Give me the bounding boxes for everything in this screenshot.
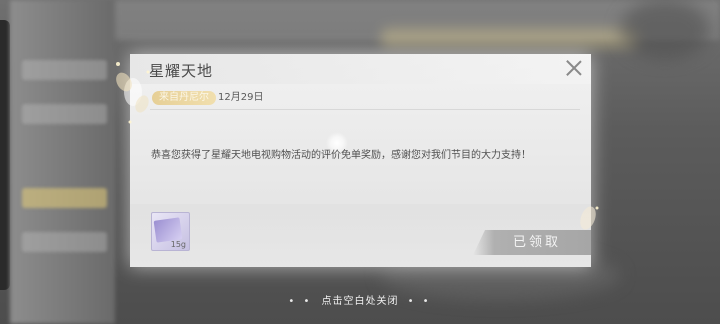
hint-dots: • • (407, 296, 432, 307)
side-menu-item (22, 232, 107, 252)
dialog-title: 星耀天地 (149, 62, 214, 80)
close-icon[interactable] (566, 60, 582, 76)
hint-dots: • • (288, 296, 313, 307)
screen-edge (0, 20, 10, 290)
side-menu-item (22, 104, 107, 124)
petal-decoration-icon (580, 206, 599, 230)
mail-dialog: 星耀天地 来自丹尼尔 12月29日 恭喜您获得了星耀天地电视购物活动的评价免单奖… (130, 54, 591, 267)
side-panel (10, 0, 115, 324)
flower-decoration-icon (116, 62, 150, 124)
highlight-glow (380, 28, 640, 48)
sender-badge: 来自丹尼尔 (152, 91, 216, 105)
reward-count: 15g (170, 240, 186, 249)
reward-item[interactable]: 15g (151, 212, 190, 251)
divider (150, 109, 580, 110)
background-shape (620, 0, 710, 60)
tap-to-close-hint: 点击空白处关闭 (321, 296, 399, 307)
side-menu-item (22, 60, 107, 80)
close-hint-row: • • 点击空白处关闭 • • (0, 289, 720, 308)
mail-message: 恭喜您获得了星耀天地电视购物活动的评价免单奖励，感谢您对我们节目的大力支持！ (151, 150, 531, 161)
side-menu-item-active (22, 188, 107, 208)
dialog-header: 星耀天地 (130, 54, 591, 84)
gift-card-icon (153, 217, 183, 243)
mail-date: 12月29日 (218, 92, 264, 103)
